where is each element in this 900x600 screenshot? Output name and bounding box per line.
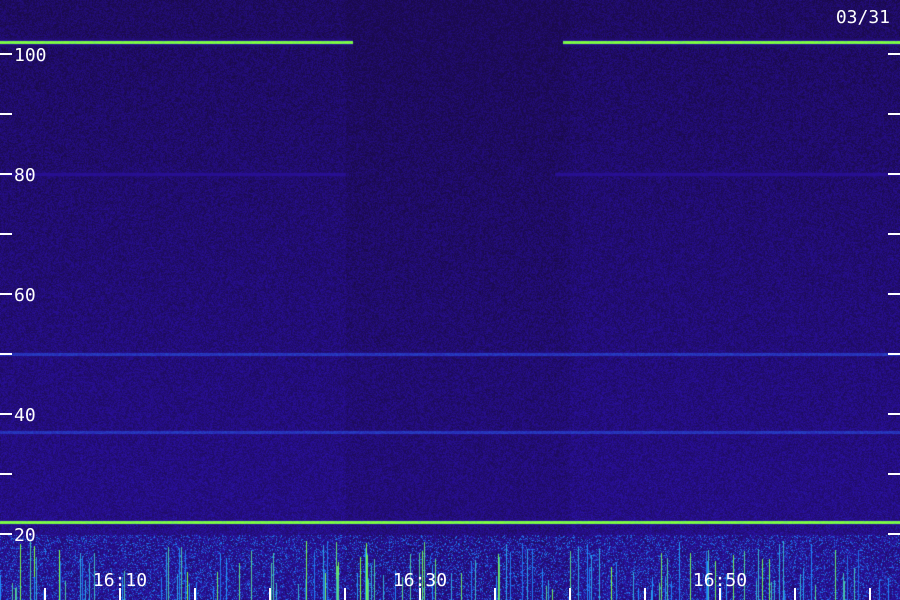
x-axis-labels: 16:10 16:30 16:50 xyxy=(93,570,747,591)
x-tick-label: 16:30 xyxy=(393,570,447,591)
y-axis-labels: 20 40 60 80 100 xyxy=(14,45,47,546)
x-tick-label: 16:50 xyxy=(693,570,747,591)
y-tick-label: 100 xyxy=(14,45,47,66)
chart-overlay: 20 40 60 80 100 16:10 16:30 16:50 03/31 xyxy=(0,7,900,600)
x-tick-label: 16:10 xyxy=(93,570,147,591)
y-tick-label: 40 xyxy=(14,405,36,426)
y-axis-ticks xyxy=(0,53,900,535)
y-tick-label: 60 xyxy=(14,285,36,306)
y-tick-label: 20 xyxy=(14,525,36,546)
y-tick-label: 80 xyxy=(14,165,36,186)
date-label: 03/31 xyxy=(836,7,890,28)
